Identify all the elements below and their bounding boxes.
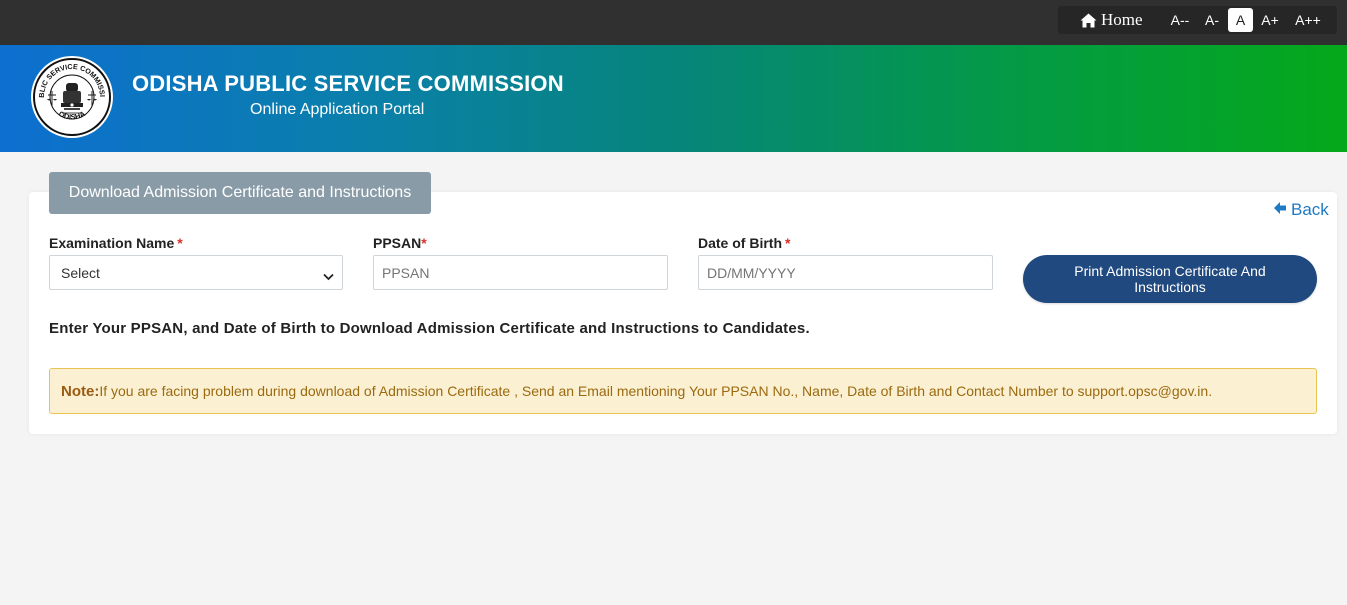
- arrow-left-icon: [1273, 200, 1287, 220]
- ppsan-label: PPSAN*: [373, 235, 427, 251]
- font-size-smallest-button[interactable]: A--: [1166, 8, 1194, 32]
- required-marker: *: [785, 235, 791, 251]
- opsc-emblem-icon: PUBLIC SERVICE COMMISSION ODISHA: [27, 48, 114, 139]
- dob-input[interactable]: [698, 255, 993, 290]
- dob-label-text: Date of Birth: [698, 235, 782, 251]
- exam-name-select[interactable]: Select: [49, 255, 343, 290]
- ppsan-label-text: PPSAN: [373, 235, 422, 251]
- dob-label: Date of Birth *: [698, 235, 790, 251]
- font-size-larger-button[interactable]: A+: [1258, 8, 1282, 32]
- print-admission-certificate-button[interactable]: Print Admission Certificate And Instruct…: [1023, 255, 1317, 303]
- required-marker: *: [421, 235, 427, 251]
- note-content: Note:If you are facing problem during do…: [61, 383, 1212, 400]
- exam-name-label: Examination Name *: [49, 235, 183, 251]
- site-header: PUBLIC SERVICE COMMISSION ODISHA ODISHA …: [0, 45, 1347, 152]
- exam-name-label-text: Examination Name: [49, 235, 175, 251]
- font-size-normal-button[interactable]: A: [1228, 8, 1253, 32]
- back-link-label: Back: [1291, 200, 1329, 219]
- ppsan-input[interactable]: [373, 255, 668, 290]
- home-link-label: Home: [1101, 10, 1143, 29]
- organization-title: ODISHA PUBLIC SERVICE COMMISSION: [132, 71, 564, 96]
- note-label: Note:: [61, 383, 100, 400]
- accessibility-toolbar: Home A-- A- A A+ A++: [1058, 6, 1337, 34]
- back-link[interactable]: Back: [1273, 200, 1329, 220]
- note-alert: Note:If you are facing problem during do…: [49, 368, 1317, 414]
- required-marker: *: [177, 235, 183, 251]
- font-size-smaller-button[interactable]: A-: [1201, 8, 1223, 32]
- portal-subtitle: Online Application Portal: [250, 101, 425, 118]
- exam-name-selected-value: Select: [61, 265, 100, 281]
- home-link[interactable]: Home: [1080, 10, 1143, 30]
- instruction-text: Enter Your PPSAN, and Date of Birth to D…: [49, 320, 810, 337]
- chevron-down-icon: [323, 268, 334, 286]
- home-icon: [1080, 13, 1097, 28]
- top-utility-bar: Home A-- A- A A+ A++: [0, 0, 1347, 45]
- card-tab-title: Download Admission Certificate and Instr…: [49, 172, 431, 214]
- note-message: If you are facing problem during downloa…: [99, 383, 1213, 399]
- font-size-largest-button[interactable]: A++: [1291, 8, 1325, 32]
